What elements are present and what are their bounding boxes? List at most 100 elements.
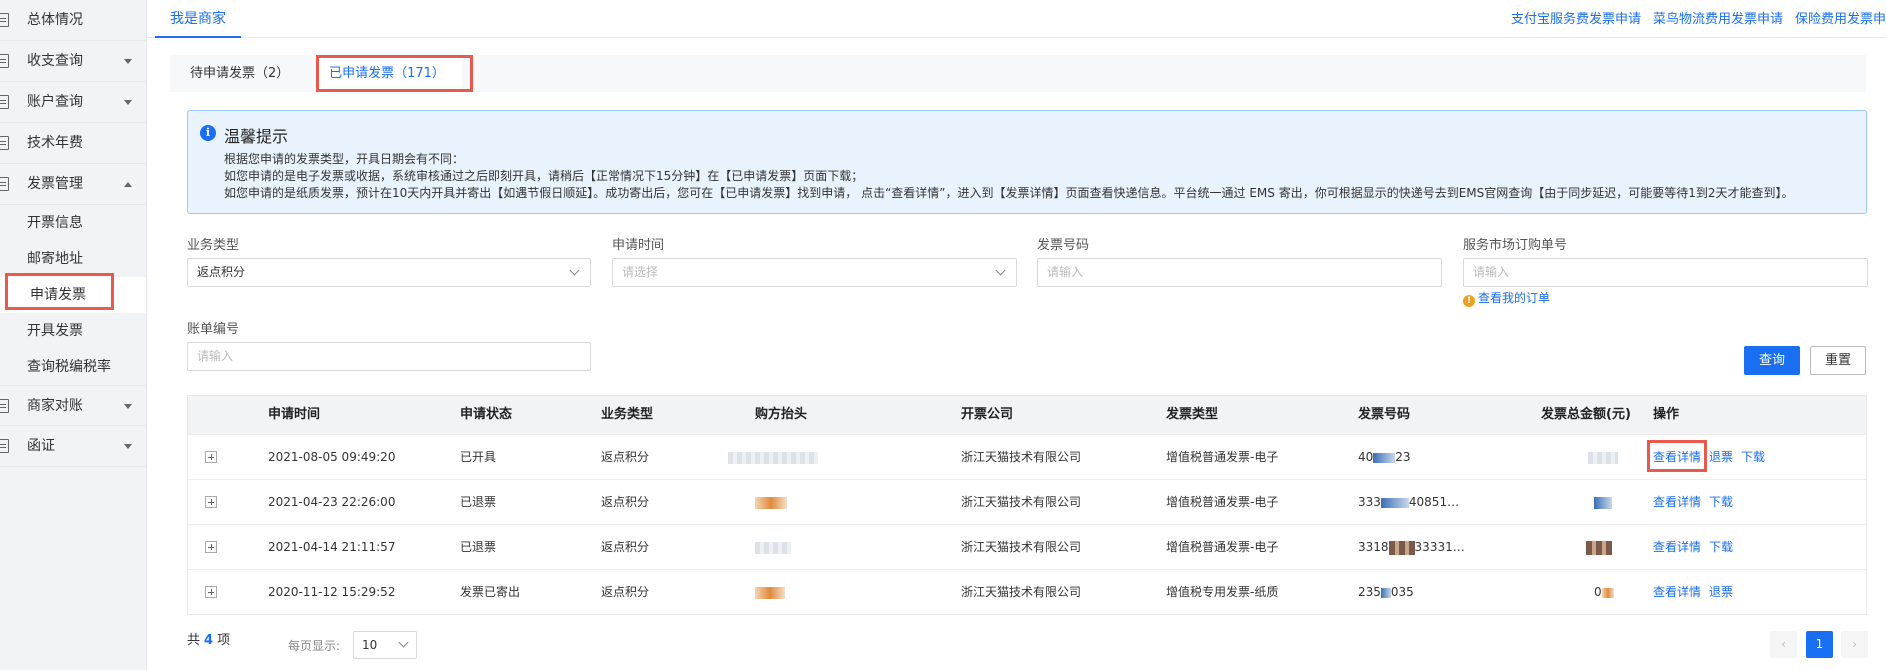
alipay-invoice-link[interactable]: 支付宝服务费发票申请: [1511, 8, 1641, 27]
sidebar-item-label: 发票管理: [27, 176, 83, 192]
view-orders-link[interactable]: ! 查看我的订单: [1463, 289, 1550, 307]
grid-icon: [0, 136, 9, 150]
sidebar-item-confirmation[interactable]: 函证: [0, 426, 146, 467]
table-header: 申请时间 申请状态 业务类型 购方抬头 开票公司 发票类型 发票号码 发票总金额…: [188, 396, 1866, 434]
chevron-down-icon: [124, 59, 132, 64]
table-row: 2021-08-05 09:49:20 已开具 返点积分 浙江天猫技术有限公司 …: [188, 434, 1866, 479]
row-buyer-redacted: [755, 480, 787, 525]
expand-icon[interactable]: [205, 586, 217, 598]
invoice-no-suffix: 23: [1395, 450, 1411, 464]
row-invoice-no: 40 23: [1358, 435, 1411, 480]
bill-no-input[interactable]: 请输入: [187, 342, 591, 371]
sidebar-sub-issue-invoice[interactable]: 开具发票: [0, 313, 146, 349]
sidebar-item-label: 总体情况: [27, 12, 83, 28]
row-invoice-type: 增值税普通发票-电子: [1166, 540, 1279, 554]
col-invoice-no: 发票号码: [1358, 407, 1411, 422]
tab-merchant[interactable]: 我是商家: [155, 0, 241, 38]
invoice-no-label: 发票号码: [1037, 238, 1090, 253]
notice-line: 如您申请的是纸质发票，预计在10天内开具并寄出【如遇节假日顺延】。成功寄出后，您…: [224, 186, 1794, 200]
refund-link[interactable]: 退票: [1709, 585, 1733, 599]
sidebar-item-overview[interactable]: 总体情况: [0, 0, 146, 41]
row-actions: 查看详情 退票: [1653, 570, 1741, 615]
market-order-input[interactable]: 请输入: [1463, 258, 1868, 287]
top-links: 支付宝服务费发票申请 菜鸟物流费用发票申请 保险费用发票申: [1511, 8, 1886, 27]
row-buyer-redacted: [755, 525, 791, 570]
business-type-value: 返点积分: [197, 265, 246, 279]
sidebar-sub-tax-rate[interactable]: 查询税编税率: [0, 349, 146, 385]
ledger-icon: [0, 399, 9, 413]
invoice-no-suffix: 33331…: [1414, 540, 1465, 554]
chevron-down-icon: [124, 444, 132, 449]
row-buyer-redacted: [755, 570, 785, 615]
sidebar-sub-apply-invoice[interactable]: 申请发票: [0, 277, 146, 313]
expand-icon[interactable]: [205, 541, 217, 553]
total-suffix: 项: [217, 633, 231, 648]
tab-pending-invoices[interactable]: 待申请发票（2）: [170, 55, 309, 92]
notice-title: 温馨提示: [224, 127, 289, 146]
col-buyer: 购方抬头: [755, 407, 808, 422]
market-order-label: 服务市场订购单号: [1463, 238, 1568, 253]
sidebar-item-income[interactable]: 收支查询: [0, 41, 146, 82]
row-amount-redacted: [1594, 480, 1612, 525]
expand-icon[interactable]: [205, 496, 217, 508]
invoice-no-prefix: 3318: [1358, 540, 1389, 554]
view-details-link[interactable]: 查看详情: [1653, 450, 1701, 464]
prev-page-button[interactable]: ‹: [1770, 631, 1797, 658]
reset-button[interactable]: 重置: [1810, 346, 1867, 375]
expand-icon[interactable]: [205, 451, 217, 463]
row-business-type: 返点积分: [601, 495, 650, 509]
row-time: 2021-04-23 22:26:00: [268, 495, 396, 509]
row-business-type: 返点积分: [601, 585, 650, 599]
download-link[interactable]: 下载: [1709, 540, 1733, 554]
sidebar-sub-mail-address[interactable]: 邮寄地址: [0, 241, 146, 277]
sidebar-item-reconciliation[interactable]: 商家对账: [0, 385, 146, 426]
total-count: 共4项: [187, 629, 230, 648]
download-link[interactable]: 下载: [1709, 495, 1733, 509]
tab-applied-invoices[interactable]: 已申请发票（171）: [312, 55, 462, 92]
row-status: 已退票: [460, 495, 497, 509]
view-details-link[interactable]: 查看详情: [1653, 495, 1701, 509]
cainiao-invoice-link[interactable]: 菜鸟物流费用发票申请: [1653, 8, 1783, 27]
invoice-no-prefix: 40: [1358, 450, 1374, 464]
row-amount: 0: [1594, 570, 1614, 615]
row-invoice-type: 增值税普通发票-电子: [1166, 450, 1279, 464]
notice-panel: i 温馨提示 根据您申请的发票类型，开具日期会有不同： 如您申请的是电子发票或收…: [187, 110, 1867, 214]
top-bar: 我是商家 支付宝服务费发票申请 菜鸟物流费用发票申请 保险费用发票申: [147, 0, 1886, 38]
sidebar-item-account[interactable]: 账户查询: [0, 82, 146, 123]
row-status: 已退票: [460, 540, 497, 554]
next-page-button[interactable]: ›: [1841, 631, 1868, 658]
table-row: 2020-11-12 15:29:52 发票已寄出 返点积分 浙江天猫技术有限公…: [188, 569, 1866, 614]
row-amount-redacted: [1588, 435, 1618, 480]
table-row: 2021-04-23 22:26:00 已退票 返点积分 浙江天猫技术有限公司 …: [188, 479, 1866, 524]
apply-time-select[interactable]: 请选择: [612, 258, 1017, 287]
sidebar: 总体情况 收支查询 账户查询 技术年费 发票管理 开票信息 邮寄地址 申请发票 …: [0, 0, 147, 670]
sidebar-item-invoice-management[interactable]: 发票管理: [0, 164, 146, 205]
invoice-no-suffix: 40851…: [1408, 495, 1460, 509]
page-button-current[interactable]: 1: [1806, 631, 1833, 658]
view-details-link[interactable]: 查看详情: [1653, 540, 1701, 554]
amount-prefix: 0: [1594, 585, 1602, 599]
insurance-invoice-link[interactable]: 保险费用发票申: [1795, 8, 1886, 27]
apply-time-placeholder: 请选择: [622, 265, 659, 279]
row-issuer: 浙江天猫技术有限公司: [961, 585, 1082, 599]
invoice-subtabs: 待申请发票（2） 已申请发票（171）: [170, 55, 1866, 92]
search-button[interactable]: 查询: [1744, 346, 1801, 375]
page-size-select[interactable]: 10: [353, 631, 417, 659]
row-time: 2021-04-14 21:11:57: [268, 540, 396, 554]
invoice-table: 申请时间 申请状态 业务类型 购方抬头 开票公司 发票类型 发票号码 发票总金额…: [187, 395, 1867, 615]
view-details-link[interactable]: 查看详情: [1653, 585, 1701, 599]
sidebar-sub-invoice-info[interactable]: 开票信息: [0, 205, 146, 241]
sidebar-item-label: 技术年费: [27, 135, 83, 151]
download-link[interactable]: 下载: [1741, 450, 1765, 464]
ledger-icon: [0, 439, 9, 453]
chevron-down-icon: [569, 265, 580, 276]
row-invoice-no: 333 40851…: [1358, 480, 1459, 525]
bill-no-label: 账单编号: [187, 322, 240, 337]
invoice-no-input[interactable]: 请输入: [1037, 258, 1442, 287]
business-type-select[interactable]: 返点积分: [187, 258, 591, 287]
sidebar-item-annual-fee[interactable]: 技术年费: [0, 123, 146, 164]
row-buyer-redacted: [728, 435, 818, 480]
sidebar-item-label: 函证: [27, 438, 55, 454]
notice-body: 根据您申请的发票类型，开具日期会有不同： 如您申请的是电子发票或收据，系统审核通…: [224, 151, 1794, 202]
refund-link[interactable]: 退票: [1709, 450, 1733, 464]
